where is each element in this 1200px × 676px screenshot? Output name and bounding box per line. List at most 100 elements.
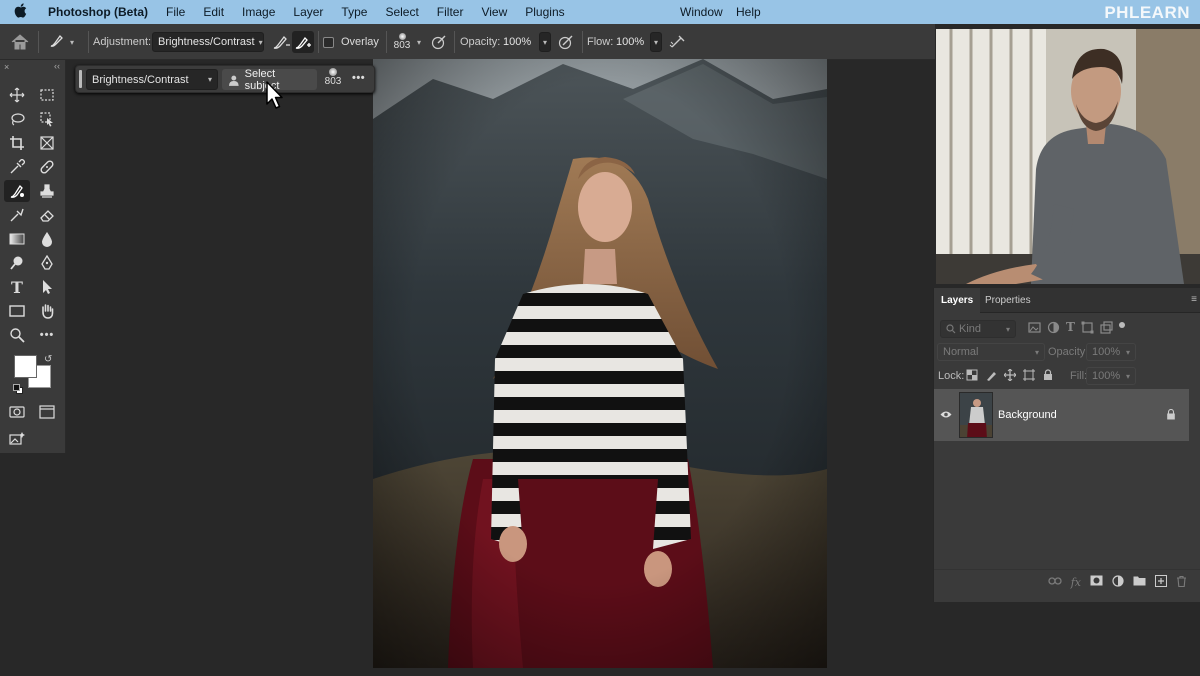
layer-filter-kind-dropdown[interactable]: Kind ▾ xyxy=(940,320,1016,338)
filter-shape-icon[interactable] xyxy=(1081,321,1094,337)
airbrush-icon[interactable] xyxy=(668,24,688,60)
swap-colors-icon[interactable]: ↺ xyxy=(44,354,52,365)
brush-add-mode-button[interactable] xyxy=(271,24,291,60)
overlay-checkbox[interactable] xyxy=(323,24,334,60)
collapse-icon[interactable]: ‹‹ xyxy=(54,61,60,71)
context-brush-size[interactable]: 803 xyxy=(322,68,344,88)
menu-app-name[interactable]: Photoshop (Beta) xyxy=(39,5,157,19)
home-icon[interactable] xyxy=(10,24,30,60)
context-adjustment-dropdown[interactable]: Brightness/Contrast ▾ xyxy=(86,69,218,90)
layer-name[interactable]: Background xyxy=(998,409,1057,421)
brush-settings-icon[interactable] xyxy=(430,24,448,60)
new-layer-icon[interactable] xyxy=(1155,574,1167,590)
apple-icon[interactable] xyxy=(0,3,39,21)
filter-smart-object-icon[interactable] xyxy=(1100,321,1113,337)
menu-filter[interactable]: Filter xyxy=(428,5,473,19)
tool-preset-picker[interactable]: ▾ xyxy=(48,24,74,60)
menu-plugins[interactable]: Plugins xyxy=(516,5,573,19)
add-mask-icon[interactable] xyxy=(1090,575,1103,589)
chevron-down-icon[interactable]: ▾ xyxy=(417,38,421,47)
foreground-color-swatch[interactable] xyxy=(14,355,37,378)
lock-image-pixels-icon[interactable] xyxy=(985,369,997,384)
fill-field[interactable]: 100% ▾ xyxy=(1086,367,1136,385)
filter-type-icon[interactable]: T xyxy=(1066,321,1075,337)
flow-dropdown[interactable]: ▾ xyxy=(650,32,662,52)
lock-position-icon[interactable] xyxy=(1003,368,1017,384)
menu-file[interactable]: File xyxy=(157,5,194,19)
link-layers-icon[interactable] xyxy=(1048,576,1062,589)
layer-row-background[interactable]: Background xyxy=(934,389,1189,441)
healing-brush-tool-icon[interactable] xyxy=(34,156,60,178)
brush-size-picker[interactable]: 803 xyxy=(391,24,413,60)
tab-properties[interactable]: Properties xyxy=(978,288,1038,313)
filter-pixel-icon[interactable] xyxy=(1028,321,1041,337)
lock-transparent-pixels-icon[interactable] xyxy=(966,369,978,384)
hand-tool-icon[interactable] xyxy=(34,300,60,322)
generative-image-icon[interactable] xyxy=(4,428,30,450)
blend-mode-dropdown[interactable]: Normal ▾ xyxy=(937,343,1045,361)
new-adjustment-layer-icon[interactable] xyxy=(1112,574,1124,590)
menu-view[interactable]: View xyxy=(472,5,516,19)
document-canvas[interactable] xyxy=(373,59,827,668)
more-tools-icon[interactable]: ••• xyxy=(34,324,60,346)
object-selection-tool-icon[interactable] xyxy=(34,108,60,130)
lock-all-icon[interactable] xyxy=(1042,369,1054,384)
pen-tool-icon[interactable] xyxy=(34,252,60,274)
filter-toggle-icon[interactable] xyxy=(1118,322,1125,328)
menu-type[interactable]: Type xyxy=(332,5,376,19)
eraser-tool-icon[interactable] xyxy=(34,204,60,226)
pressure-opacity-icon[interactable] xyxy=(557,24,575,60)
chevron-down-icon: ▾ xyxy=(1125,347,1130,357)
menu-image[interactable]: Image xyxy=(233,5,284,19)
chevron-down-icon: ▾ xyxy=(258,37,263,47)
brush-tip-icon xyxy=(398,33,406,40)
default-colors-icon[interactable] xyxy=(13,384,23,394)
layer-style-fx-icon[interactable]: fx xyxy=(1071,576,1081,589)
tab-layers[interactable]: Layers xyxy=(934,288,981,313)
fill-label: Fill: xyxy=(1070,370,1088,382)
lock-label: Lock: xyxy=(938,370,965,382)
opacity-field[interactable]: 100% xyxy=(503,24,531,60)
adjustment-dropdown[interactable]: Brightness/Contrast ▾ xyxy=(152,32,264,52)
drag-handle[interactable] xyxy=(79,70,82,88)
history-brush-tool-icon[interactable] xyxy=(4,204,30,226)
lock-icons xyxy=(966,368,1054,384)
layers-footer: fx xyxy=(934,569,1200,594)
chevron-down-icon: ▾ xyxy=(1005,324,1010,334)
filter-adjustment-icon[interactable] xyxy=(1047,321,1060,337)
gradient-tool-icon[interactable] xyxy=(4,228,30,250)
adjustment-brush-tool-icon[interactable] xyxy=(4,180,30,202)
dodge-tool-icon[interactable] xyxy=(4,252,30,274)
close-icon[interactable]: × xyxy=(4,62,9,72)
path-selection-tool-icon[interactable] xyxy=(34,276,60,298)
lasso-tool-icon[interactable] xyxy=(4,108,30,130)
frame-tool-icon[interactable] xyxy=(34,132,60,154)
rectangle-tool-icon[interactable] xyxy=(4,300,30,322)
lock-artboard-icon[interactable] xyxy=(1023,369,1035,384)
brush-subtract-mode-button[interactable] xyxy=(292,31,314,53)
crop-tool-icon[interactable] xyxy=(4,132,30,154)
more-options-icon[interactable]: ••• xyxy=(352,72,365,84)
marquee-tool-icon[interactable] xyxy=(34,84,60,106)
eyedropper-tool-icon[interactable] xyxy=(4,156,30,178)
blur-tool-icon[interactable] xyxy=(34,228,60,250)
menu-edit[interactable]: Edit xyxy=(194,5,233,19)
new-group-icon[interactable] xyxy=(1133,575,1146,589)
flow-field[interactable]: 100% xyxy=(616,24,644,60)
move-tool-icon[interactable] xyxy=(4,84,30,106)
menu-select[interactable]: Select xyxy=(376,5,427,19)
menu-layer[interactable]: Layer xyxy=(284,5,332,19)
stamp-tool-icon[interactable] xyxy=(34,180,60,202)
quick-mask-icon[interactable] xyxy=(4,401,30,423)
blend-mode-value: Normal xyxy=(943,346,979,358)
delete-layer-icon[interactable] xyxy=(1176,575,1187,590)
menu-help[interactable]: Help xyxy=(727,5,770,19)
eye-icon[interactable] xyxy=(940,410,952,422)
layer-opacity-field[interactable]: 100% ▾ xyxy=(1086,343,1136,361)
menu-window[interactable]: Window xyxy=(671,5,732,19)
zoom-tool-icon[interactable] xyxy=(4,324,30,346)
screen-mode-icon[interactable] xyxy=(34,401,60,423)
opacity-dropdown[interactable]: ▾ xyxy=(539,32,551,52)
type-tool-icon[interactable]: T xyxy=(4,276,30,298)
panel-menu-icon[interactable]: ≡ xyxy=(1191,294,1197,305)
